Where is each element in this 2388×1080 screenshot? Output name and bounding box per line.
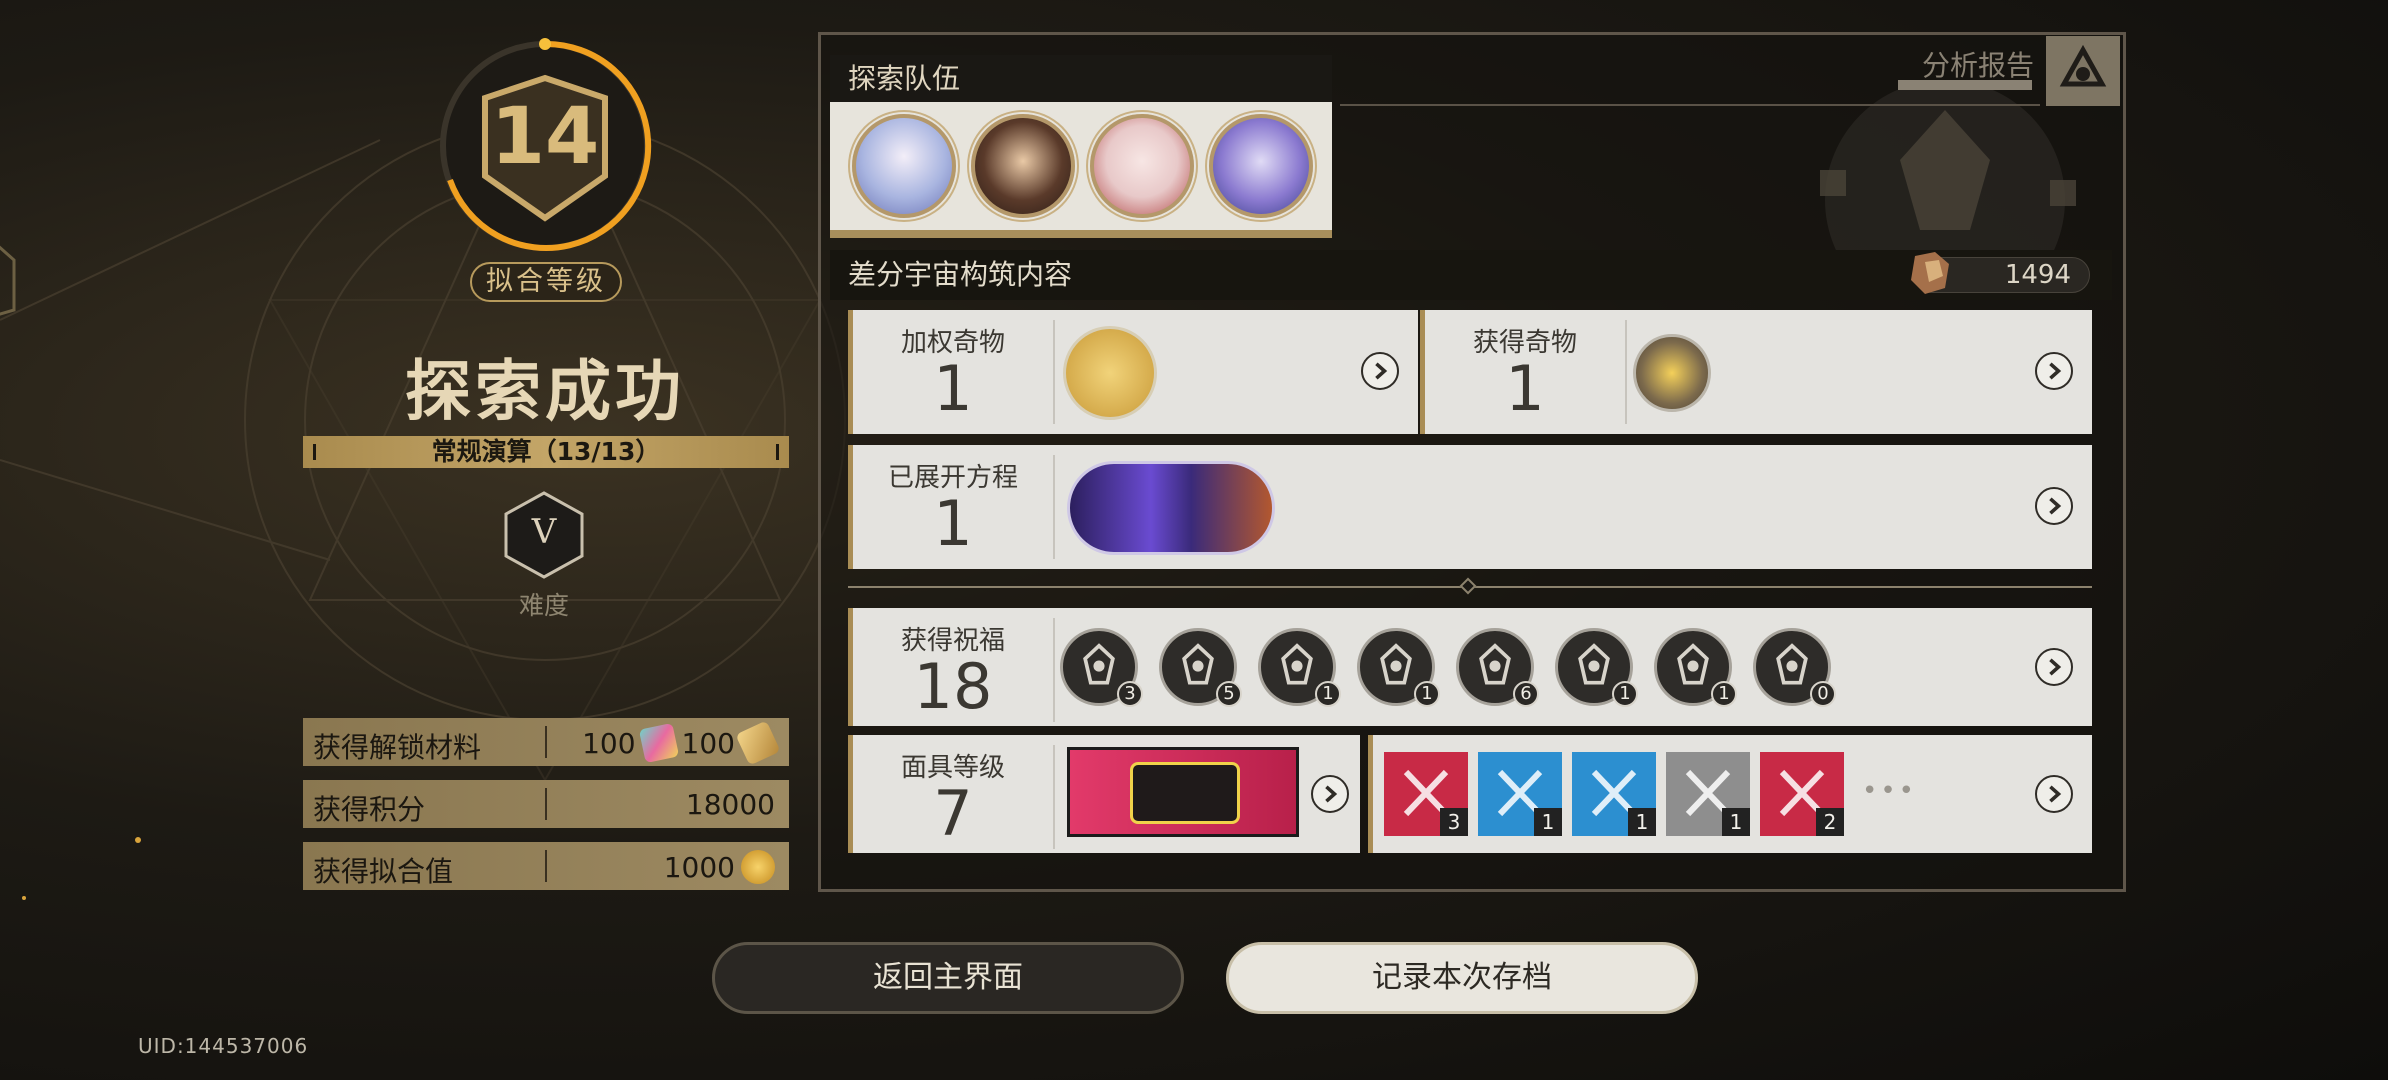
return-main-button[interactable]: 返回主界面	[712, 942, 1184, 1014]
mask-item-count-badge: 1	[1534, 808, 1562, 836]
path-nihility-icon[interactable]: 1	[1258, 628, 1341, 707]
stat-value-number: 1000	[663, 850, 735, 884]
uid-label: UID:144537006	[138, 1034, 309, 1058]
mask-level-card: 面具等级 7	[848, 735, 1360, 853]
analysis-report-subtitle	[1898, 80, 2032, 90]
mode-label: 常规演算（13/13）	[431, 437, 661, 466]
result-title: 探索成功	[405, 353, 685, 430]
blessing-count-badge: 1	[1414, 681, 1440, 707]
mode-bar: 常规演算（13/13）	[303, 436, 789, 468]
stat-divider	[545, 788, 547, 820]
path-abundance-icon[interactable]: 1	[1357, 628, 1440, 707]
question-icon[interactable]: 1	[1478, 752, 1562, 836]
team-member-avatar[interactable]	[852, 114, 956, 218]
mask-arrow-button[interactable]	[1311, 775, 1349, 813]
mask-thumb-icon[interactable]	[1067, 747, 1299, 837]
weighted-curio-thumb-icon[interactable]	[1063, 326, 1157, 420]
mask-item-count-badge: 1	[1722, 808, 1750, 836]
stat-unlock-materials: 获得解锁材料 100 100	[303, 718, 789, 766]
stat-divider	[545, 726, 547, 758]
stat-value: 18000	[685, 788, 775, 821]
difficulty-label: 难度	[518, 591, 569, 620]
stat-label: 获得拟合值	[313, 855, 454, 888]
team-title: 探索队伍	[830, 55, 1332, 102]
stat-divider	[545, 850, 547, 882]
card-count: 18	[913, 650, 993, 723]
mask-item-count-badge: 2	[1816, 808, 1844, 836]
card-count: 1	[933, 487, 973, 560]
fit-value-coin-icon	[741, 850, 775, 884]
card-divider	[1053, 618, 1055, 722]
crossed-swords-icon[interactable]: 3	[1384, 752, 1468, 836]
report-underline	[1340, 104, 2040, 106]
obtained-curio-thumb-icon[interactable]	[1633, 334, 1711, 412]
blessing-count-badge: 1	[1612, 681, 1638, 707]
card-count: 1	[1505, 352, 1545, 425]
stat-value-a: 100	[582, 726, 636, 760]
analysis-report-label[interactable]: 分析报告	[1896, 44, 2034, 84]
mask-item-count-badge: 3	[1440, 808, 1468, 836]
save-record-button[interactable]: 记录本次存档	[1226, 942, 1698, 1014]
equation-arrow-button[interactable]	[2035, 487, 2073, 525]
equation-thumb-icon[interactable]	[1067, 461, 1275, 555]
analysis-report-icon[interactable]	[2046, 36, 2120, 106]
stat-value-b: 100	[681, 726, 735, 760]
obtained-curio-arrow-button[interactable]	[2035, 352, 2073, 390]
stat-value: 1000	[664, 850, 775, 884]
exploration-team: 探索队伍	[830, 55, 1332, 238]
blessings-arrow-button[interactable]	[2035, 648, 2073, 686]
blessing-count-badge: 1	[1315, 681, 1341, 707]
card-count: 7	[933, 777, 973, 850]
team-member-avatar[interactable]	[1209, 114, 1313, 218]
team-member-avatar[interactable]	[1090, 114, 1194, 218]
stat-points: 获得积分 18000	[303, 780, 789, 828]
weighted-curio-card: 加权奇物 1	[848, 310, 1418, 434]
sword-icon[interactable]: 2	[1760, 752, 1844, 836]
obtained-curio-card: 获得奇物 1	[1420, 310, 2092, 434]
unfolded-equation-card: 已展开方程 1	[848, 445, 2092, 569]
gamepad-icon[interactable]: 1	[1572, 752, 1656, 836]
card-divider	[1053, 455, 1055, 559]
card-count: 1	[933, 352, 973, 425]
panel-watermark	[1820, 90, 2076, 250]
weighted-curio-arrow-button[interactable]	[1361, 352, 1399, 390]
blessing-count-badge: 0	[1810, 681, 1836, 707]
ticket-icon	[735, 720, 781, 766]
mask-item-count-badge: 1	[1628, 808, 1656, 836]
path-propagation-icon[interactable]: 1	[1555, 628, 1638, 707]
blessing-count-badge: 5	[1216, 681, 1242, 707]
cosmic-fragment-icon	[1911, 252, 1949, 294]
blessing-count-badge: 3	[1117, 681, 1143, 707]
card-divider	[1625, 320, 1627, 424]
stat-label: 获得积分	[313, 793, 426, 826]
stat-value: 100 100	[582, 720, 781, 766]
blessing-count-badge: 6	[1513, 681, 1539, 707]
card-divider	[1053, 320, 1055, 424]
team-members	[830, 102, 1332, 230]
stat-label: 获得解锁材料	[313, 731, 482, 764]
fit-level-value: 14	[490, 92, 600, 182]
difficulty-letter: V	[531, 512, 557, 552]
path-erudition-icon[interactable]: 6	[1456, 628, 1539, 707]
mask-car-icon	[1130, 762, 1240, 824]
more-items-indicator: •••	[1862, 776, 1918, 806]
path-preservation-icon[interactable]: 5	[1159, 628, 1242, 707]
fit-level-label: 拟合等级	[470, 262, 622, 302]
blessing-count-badge: 1	[1711, 681, 1737, 707]
stat-fit-value: 获得拟合值 1000	[303, 842, 789, 890]
slash-icon[interactable]: 1	[1666, 752, 1750, 836]
card-pack-icon	[638, 722, 679, 764]
path-remembrance-icon[interactable]: 1	[1654, 628, 1737, 707]
path-destruction-icon[interactable]: 3	[1060, 628, 1143, 707]
path-elation-icon[interactable]: 0	[1753, 628, 1836, 707]
team-footer-bar	[830, 230, 1332, 238]
mask-items-arrow-button[interactable]	[2035, 775, 2073, 813]
card-divider	[1053, 745, 1055, 849]
team-member-avatar[interactable]	[971, 114, 1075, 218]
